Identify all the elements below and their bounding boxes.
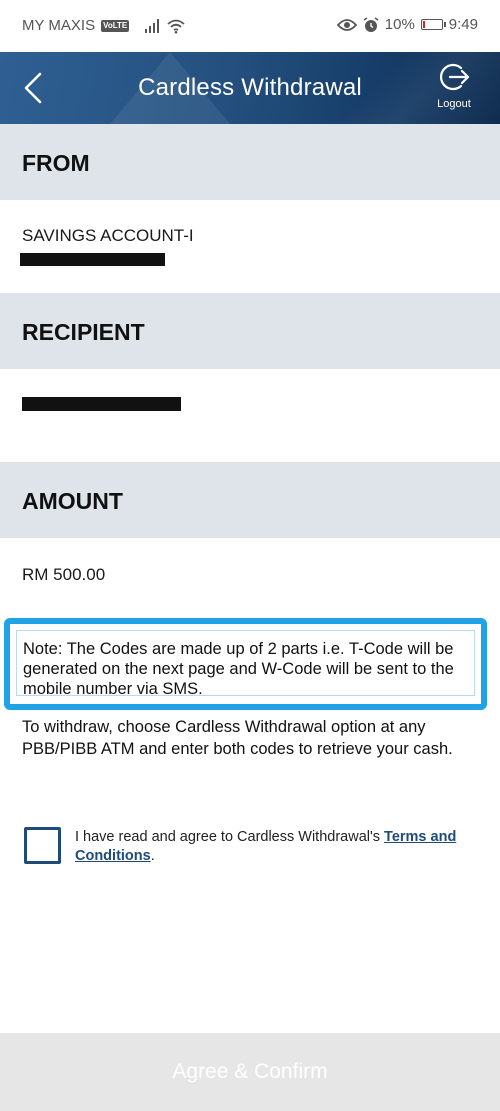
status-left: MY MAXIS VoLTE — [22, 17, 186, 34]
note-text: Note: The Codes are made up of 2 parts i… — [16, 630, 475, 698]
redacted-recipient — [22, 397, 181, 411]
carrier-name: MY MAXIS — [22, 17, 96, 34]
redacted-account-number — [20, 253, 165, 266]
agreement-label: I have read and agree to Cardless Withdr… — [75, 829, 385, 845]
battery-percent: 10% — [384, 16, 415, 33]
battery-icon — [420, 19, 446, 30]
alarm-icon — [363, 16, 379, 32]
withdraw-instruction: To withdraw, choose Cardless Withdrawal … — [22, 718, 453, 758]
status-right: 10% 9:49 — [336, 16, 478, 33]
agreement-text: I have read and agree to Cardless Withdr… — [75, 828, 475, 866]
from-section-header: FROM — [0, 124, 500, 200]
note-highlight-box: Note: The Codes are made up of 2 parts i… — [4, 618, 487, 710]
wifi-icon — [167, 19, 185, 33]
logout-button[interactable]: Logout — [424, 62, 484, 110]
recipient-title: RECIPIENT — [22, 319, 145, 345]
agree-checkbox[interactable] — [24, 827, 61, 864]
logout-label: Logout — [437, 98, 471, 110]
agreement-suffix: . — [150, 848, 155, 864]
battery-level — [422, 21, 425, 28]
app-header: Cardless Withdrawal Logout — [0, 52, 500, 124]
logout-icon — [439, 63, 470, 91]
amount-title: AMOUNT — [22, 488, 123, 514]
amount-section-header: AMOUNT — [0, 462, 500, 538]
volte-badge: VoLTE — [101, 19, 130, 32]
from-account-name: SAVINGS ACCOUNT-I — [22, 226, 194, 245]
from-title: FROM — [22, 150, 90, 176]
amount-value: RM 500.00 — [22, 565, 106, 584]
signal-icon — [145, 18, 160, 33]
recipient-section-header: RECIPIENT — [0, 293, 500, 369]
clock-time: 9:49 — [448, 16, 478, 33]
eye-icon — [336, 18, 357, 31]
agree-confirm-button[interactable]: Agree & Confirm — [0, 1033, 500, 1111]
status-bar: MY MAXIS VoLTE 10% 9:49 — [0, 0, 500, 52]
